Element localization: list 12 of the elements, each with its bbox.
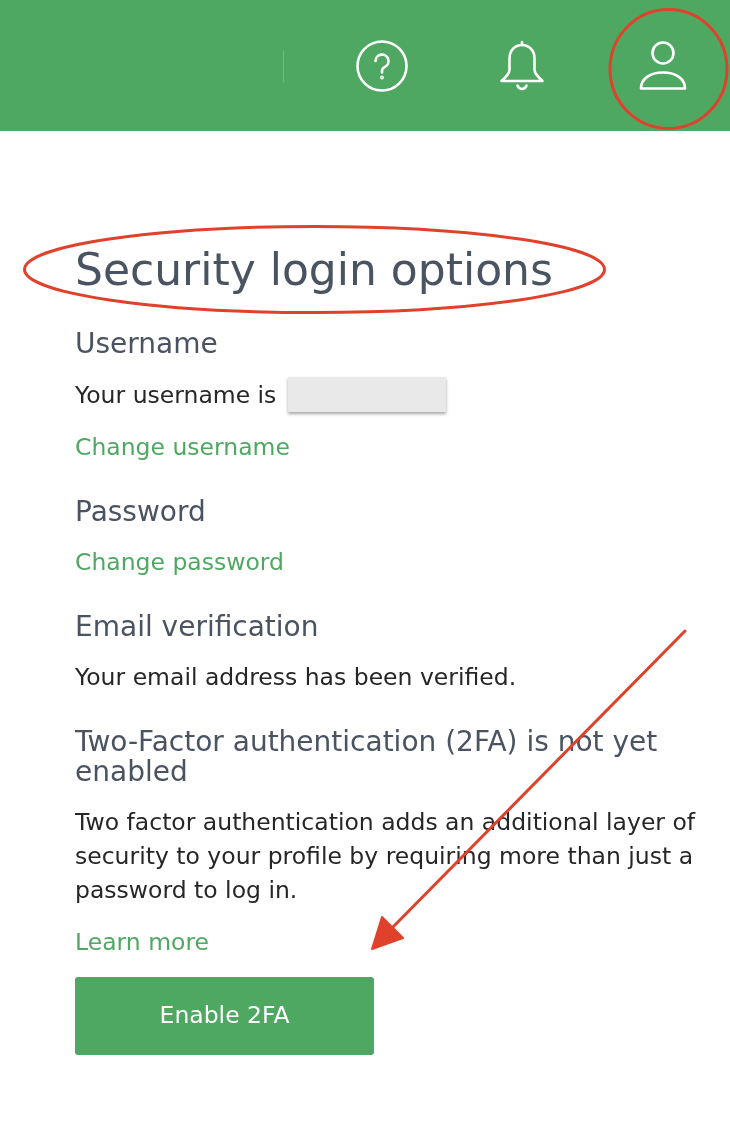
section-heading: Email verification <box>75 612 319 642</box>
user-icon[interactable] <box>639 40 687 91</box>
section-heading: Password <box>75 497 206 527</box>
enable-2fa-button[interactable]: Enable 2FA <box>75 977 374 1055</box>
body-text: Your username is <box>75 379 277 411</box>
body-text: Your email address has been verified. <box>75 662 517 693</box>
section-heading: Username <box>75 329 218 359</box>
text-link[interactable]: Learn more <box>75 925 210 959</box>
help-icon[interactable] <box>356 39 408 92</box>
page-title: Security login options <box>75 248 553 292</box>
text-link[interactable]: Change username <box>75 430 290 464</box>
text-link[interactable]: Change password <box>75 545 284 579</box>
